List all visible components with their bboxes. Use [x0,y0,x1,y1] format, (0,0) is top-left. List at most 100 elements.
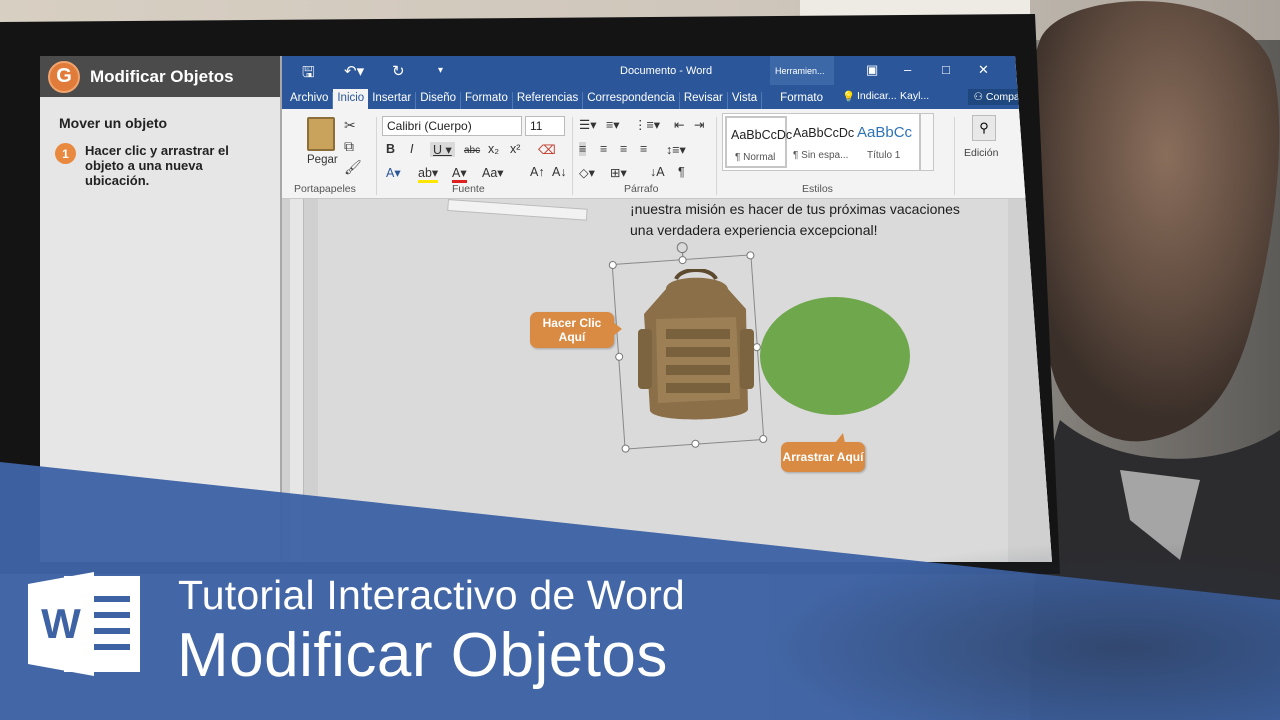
font-group-label: Fuente [452,183,485,195]
document-text-line: una verdadera experiencia excepcional! [630,222,878,238]
highlight-icon[interactable]: ab▾ [418,165,439,183]
drag-here-callout: Arrastrar Aquí [781,433,865,472]
green-ellipse-shape[interactable] [760,297,910,415]
step-number-badge: 1 [55,143,76,164]
line-spacing-icon[interactable]: ↕≡▾ [666,142,686,157]
resize-handle[interactable] [691,439,700,448]
underline-button[interactable]: U ▾ [430,142,455,157]
customize-qat-icon[interactable]: ▾ [438,65,443,76]
show-marks-icon[interactable]: ¶ [678,165,685,179]
click-here-callout: Hacer Clic Aquí [530,312,622,348]
borders-icon[interactable]: ⊞▾ [610,165,627,180]
step-text: Hacer clic y arrastrar el objeto a una n… [85,143,229,188]
tutorial-title: Modificar Objetos [90,66,234,86]
resize-handle[interactable] [608,260,618,270]
tab-formato-tools[interactable]: Formato [776,92,827,109]
multilevel-list-icon[interactable]: ⋮≡▾ [634,117,660,132]
resize-handle[interactable] [621,444,630,453]
italic-button[interactable]: I [410,142,413,156]
tutorial-step: 1 Hacer clic y arrastrar el objeto a una… [55,143,280,188]
resize-handle[interactable] [678,255,687,265]
minimize-button[interactable]: – [904,62,911,77]
superscript-button[interactable]: x² [510,142,520,156]
close-button[interactable]: ✕ [978,62,989,78]
backpack-image[interactable] [636,269,756,429]
styles-gallery: AaBbCcDc ¶ Normal AaBbCcDc ¶ Sin espa...… [722,113,920,171]
rotate-handle[interactable] [676,241,689,254]
copy-icon[interactable]: ⧉ [344,138,354,155]
paste-icon[interactable] [307,117,335,151]
tab-correspondencia[interactable]: Correspondencia [583,92,680,109]
align-center-icon[interactable]: ≡ [600,142,607,156]
style-heading-1[interactable]: AaBbCc Título 1 [853,116,915,168]
paste-label[interactable]: Pegar [307,154,338,166]
ribbon-divider [572,117,573,195]
format-painter-icon[interactable]: 🖌 [344,159,362,176]
styles-scroll[interactable] [920,113,934,171]
justify-icon[interactable]: ≡ [640,142,647,156]
font-color-icon[interactable]: A▾ [452,165,467,183]
shrink-font-icon[interactable]: A↓ [552,165,567,179]
tab-formato[interactable]: Formato [461,92,513,109]
tab-diseno[interactable]: Diseño [416,92,462,109]
shading-icon[interactable]: ◇▾ [579,165,595,180]
cut-icon[interactable]: ✂ [344,117,356,134]
align-left-icon[interactable]: ≡ [579,142,587,156]
tutorial-header: G Modificar Objetos [40,56,280,97]
numbering-icon[interactable]: ≡▾ [606,117,620,132]
tab-vista[interactable]: Vista [728,92,763,109]
decrease-indent-icon[interactable]: ⇤ [674,117,684,132]
document-text[interactable]: ¡nuestra misión es hacer de tus próximas… [630,199,970,241]
paragraph-group-label: Párrafo [624,183,659,195]
tab-archivo[interactable]: Archivo [286,92,334,109]
font-name-select[interactable]: Calibri (Cuerpo) [382,116,522,136]
context-tools-label: Herramien... [770,56,834,85]
resize-handle[interactable] [746,251,755,260]
title-bar: 🖫 ↶▾ ↻ ▾ Documento - Word Herramien... ▣… [282,56,1052,85]
document-text-line: ¡nuestra misión es hacer de tus próximas… [630,201,960,217]
clipboard-group-label: Portapapeles [294,183,356,195]
binoculars-icon[interactable]: ⚲ [972,115,996,141]
save-icon[interactable]: 🖫 [302,62,315,87]
ribbon-divider [954,117,955,195]
grow-font-icon[interactable]: A↑ [530,165,545,179]
inserted-picture[interactable] [447,199,588,221]
change-case-icon[interactable]: Aa▾ [482,165,504,180]
ribbon-divider [376,117,377,195]
tell-me-field[interactable]: Indicar... [857,90,897,102]
resize-handle[interactable] [758,434,768,444]
tab-inicio[interactable]: Inicio [333,89,369,109]
user-name[interactable]: Kayl... [900,90,929,102]
font-size-select[interactable]: 11 [525,116,565,136]
align-right-icon[interactable]: ≡ [620,142,627,156]
banner-title: Modificar Objetos [177,621,668,690]
text-effects-icon[interactable]: A▾ [386,165,401,180]
tab-referencias[interactable]: Referencias [513,92,584,109]
redo-icon[interactable]: ↻ [392,62,405,80]
tab-insertar[interactable]: Insertar [368,92,417,109]
bullets-icon[interactable]: ☰▾ [579,117,596,132]
style-no-spacing[interactable]: AaBbCcDc ¶ Sin espa... [789,116,854,168]
ribbon-tabs: Archivo Inicio Insertar Diseño Formato R… [282,85,1052,109]
banner-shadow [760,540,1280,720]
strikethrough-button[interactable]: abc [464,145,480,156]
styles-group-label: Estilos [802,183,833,195]
person-icon: ⚇ [973,91,986,103]
clear-formatting-icon[interactable]: ⌫ [538,142,556,157]
ribbon-display-icon[interactable]: ▣ [866,62,878,78]
undo-icon[interactable]: ↶▾ [344,62,364,80]
tab-revisar[interactable]: Revisar [680,92,728,109]
style-normal[interactable]: AaBbCcDc ¶ Normal [725,116,792,168]
style-sample: AaBbCc [857,124,913,141]
lightbulb-icon: 💡 [842,91,856,103]
maximize-button[interactable]: □ [942,62,950,77]
editing-label[interactable]: Edición [964,147,998,159]
bold-button[interactable]: B [386,142,395,156]
resize-handle[interactable] [614,352,624,362]
sort-icon[interactable]: ↓A [650,165,665,179]
ribbon-divider [716,117,717,195]
word-window: 🖫 ↶▾ ↻ ▾ Documento - Word Herramien... ▣… [282,56,1052,562]
style-name: ¶ Sin espa... [793,150,849,161]
subscript-button[interactable]: x₂ [488,142,499,156]
increase-indent-icon[interactable]: ⇥ [694,117,704,132]
